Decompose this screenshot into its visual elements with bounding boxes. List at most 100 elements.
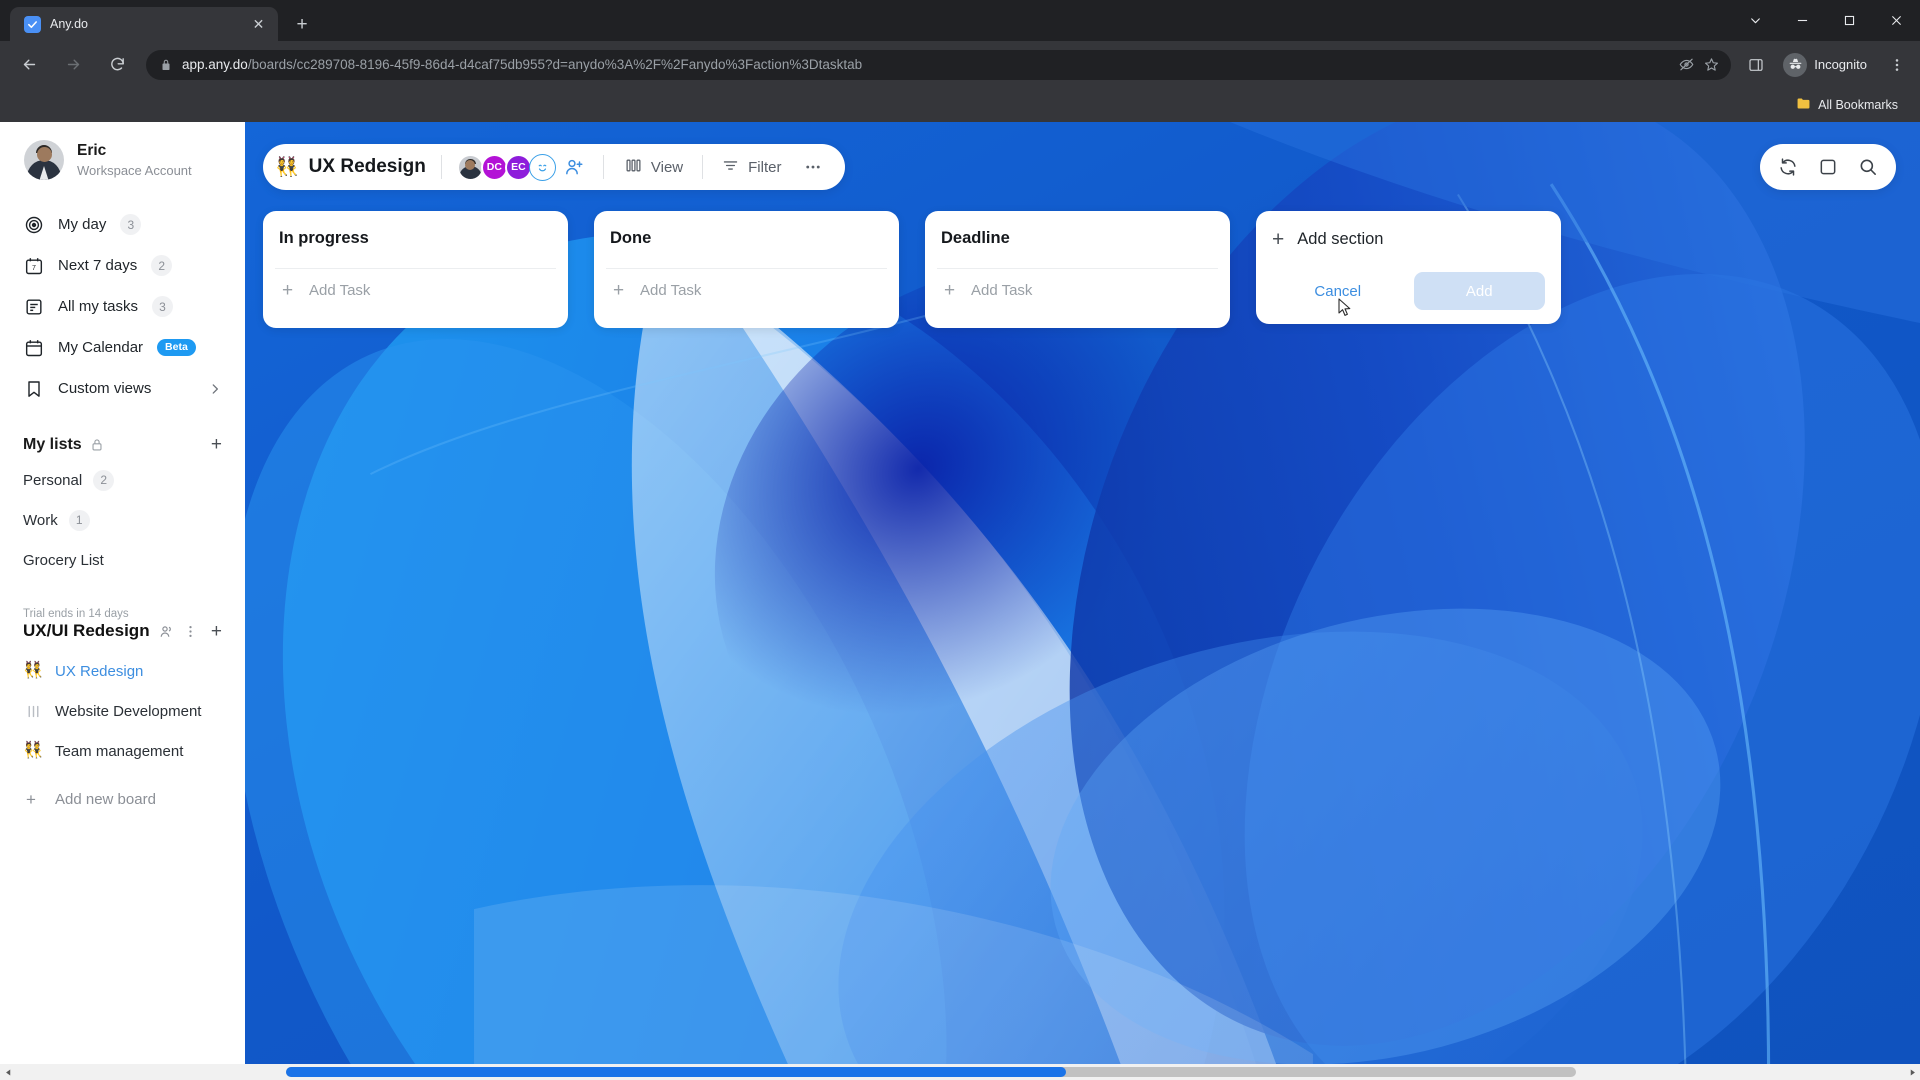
members-icon[interactable] — [159, 624, 174, 639]
sidebar-item-custom-views[interactable]: Custom views — [12, 368, 233, 409]
bookmarks-bar: All Bookmarks — [0, 88, 1920, 122]
avatar — [24, 140, 64, 180]
divider — [702, 155, 704, 179]
three-dots-horizontal-icon[interactable] — [799, 153, 827, 181]
add-button[interactable]: Add — [1413, 272, 1545, 310]
add-list-button[interactable]: + — [211, 435, 222, 454]
sync-icon[interactable] — [1770, 149, 1806, 185]
scrollbar-track[interactable] — [16, 1064, 1904, 1080]
side-panel-icon[interactable] — [1741, 50, 1771, 80]
browser-tab[interactable]: Any.do ✕ — [10, 7, 278, 41]
add-task-button[interactable]: + Add Task — [606, 268, 887, 312]
list-item-label: Work — [23, 511, 58, 529]
all-bookmarks-button[interactable]: All Bookmarks — [1788, 93, 1906, 117]
sidebar-item-my-day[interactable]: My day 3 — [12, 204, 233, 245]
cancel-button-label: Cancel — [1314, 282, 1362, 300]
new-tab-button[interactable]: + — [288, 10, 316, 38]
plus-icon: + — [943, 280, 956, 301]
list-item-label: Personal — [23, 471, 83, 489]
square-icon[interactable] — [1810, 149, 1846, 185]
divider — [602, 155, 604, 179]
page-content: Eric Workspace Account My day 3 7 Next 7… — [0, 122, 1920, 1080]
add-section-actions: Cancel Add — [1272, 272, 1545, 316]
anydo-check-icon — [24, 15, 41, 33]
sidebar-item-all-my-tasks[interactable]: All my tasks 3 — [12, 286, 233, 327]
profile-section[interactable]: Eric Workspace Account — [0, 140, 245, 180]
add-task-button[interactable]: + Add Task — [937, 268, 1218, 312]
board-columns: In progress + Add Task Done + Add Task D… — [263, 211, 1920, 328]
svg-text:7: 7 — [32, 264, 36, 272]
tab-title: Any.do — [50, 17, 88, 31]
browser-window: Any.do ✕ + app.any.do/boards/cc289708-81… — [0, 0, 1920, 1080]
list-document-icon — [23, 296, 44, 317]
cancel-button[interactable]: Cancel — [1272, 272, 1404, 316]
incognito-profile-chip[interactable]: Incognito — [1777, 50, 1878, 80]
column-title[interactable]: In progress — [279, 229, 552, 248]
folder-icon — [1796, 96, 1811, 114]
avatar[interactable] — [456, 153, 484, 181]
add-task-label: Add Task — [309, 282, 371, 299]
my-lists-header: My lists + — [0, 435, 245, 454]
board-label: Team management — [55, 742, 184, 760]
add-board-button[interactable]: + — [211, 622, 222, 641]
forward-arrow-icon[interactable] — [57, 49, 89, 81]
sidebar-board-website-development[interactable]: Website Development — [12, 691, 233, 731]
address-bar[interactable]: app.any.do/boards/cc289708-8196-45f9-86d… — [146, 49, 1732, 80]
scroll-right-arrow-icon[interactable] — [1904, 1064, 1920, 1080]
columns-icon — [23, 703, 43, 720]
view-button[interactable]: View — [619, 152, 689, 182]
column-title[interactable]: Deadline — [941, 229, 1214, 248]
three-dots-vertical-icon[interactable] — [1882, 50, 1912, 80]
list-item-personal[interactable]: Personal 2 — [12, 460, 233, 500]
chevron-right-icon[interactable] — [208, 382, 222, 396]
add-button-label: Add — [1465, 282, 1493, 300]
sidebar-item-label: My day — [58, 216, 107, 233]
add-new-board-button[interactable]: + Add new board — [12, 779, 233, 819]
reload-icon[interactable] — [101, 49, 133, 81]
scroll-left-arrow-icon[interactable] — [0, 1064, 16, 1080]
beta-badge: Beta — [157, 338, 196, 357]
add-section-header[interactable]: + Add section — [1272, 229, 1545, 250]
sidebar-nav: My day 3 7 Next 7 days 2 All my tasks 3 — [0, 204, 245, 409]
profile-name: Eric — [77, 141, 107, 159]
sidebar-item-my-calendar[interactable]: My Calendar Beta — [12, 327, 233, 368]
plus-icon: + — [281, 280, 294, 301]
eye-slash-icon[interactable] — [1679, 57, 1694, 72]
filter-button[interactable]: Filter — [716, 152, 787, 182]
sidebar-item-label: Custom views — [58, 380, 152, 397]
sidebar-board-ux-redesign[interactable]: 👯 UX Redesign — [12, 651, 233, 691]
window-controls — [1732, 0, 1920, 41]
browser-toolbar: app.any.do/boards/cc289708-8196-45f9-86d… — [0, 41, 1920, 88]
tab-search-button[interactable] — [1732, 0, 1779, 41]
workspace-header: Trial ends in 14 days UX/UI Redesign + — [0, 608, 245, 641]
plus-icon: + — [26, 789, 36, 809]
close-icon[interactable]: ✕ — [249, 15, 268, 34]
horizontal-scrollbar[interactable] — [0, 1064, 1920, 1080]
star-icon[interactable] — [1704, 57, 1719, 72]
list-item-work[interactable]: Work 1 — [12, 500, 233, 540]
list-item-grocery-list[interactable]: Grocery List — [12, 540, 233, 580]
window-close-button[interactable] — [1873, 0, 1920, 41]
workspace-name: UX/UI Redesign — [23, 621, 150, 640]
search-icon[interactable] — [1850, 149, 1886, 185]
three-dots-vertical-icon[interactable] — [183, 624, 198, 639]
sidebar-item-next-7-days[interactable]: 7 Next 7 days 2 — [12, 245, 233, 286]
divider — [440, 155, 442, 179]
incognito-label: Incognito — [1814, 57, 1867, 72]
calendar-icon — [23, 337, 44, 358]
back-arrow-icon[interactable] — [13, 49, 45, 81]
column-title[interactable]: Done — [610, 229, 883, 248]
board-title[interactable]: UX Redesign — [309, 156, 426, 178]
all-bookmarks-label: All Bookmarks — [1818, 98, 1898, 112]
sidebar-board-team-management[interactable]: 👯 Team management — [12, 731, 233, 771]
avatar-ec[interactable]: EC — [504, 153, 532, 181]
add-person-icon[interactable] — [561, 154, 588, 181]
url-path: /boards/cc289708-8196-45f9-86d4-d4caf75d… — [247, 57, 863, 72]
view-button-label: View — [650, 158, 684, 176]
add-task-button[interactable]: + Add Task — [275, 268, 556, 312]
avatar-emoji[interactable] — [528, 153, 556, 181]
minimize-button[interactable] — [1779, 0, 1826, 41]
avatar-dc[interactable]: DC — [480, 153, 508, 181]
scrollbar-thumb[interactable] — [286, 1067, 1066, 1077]
maximize-button[interactable] — [1826, 0, 1873, 41]
